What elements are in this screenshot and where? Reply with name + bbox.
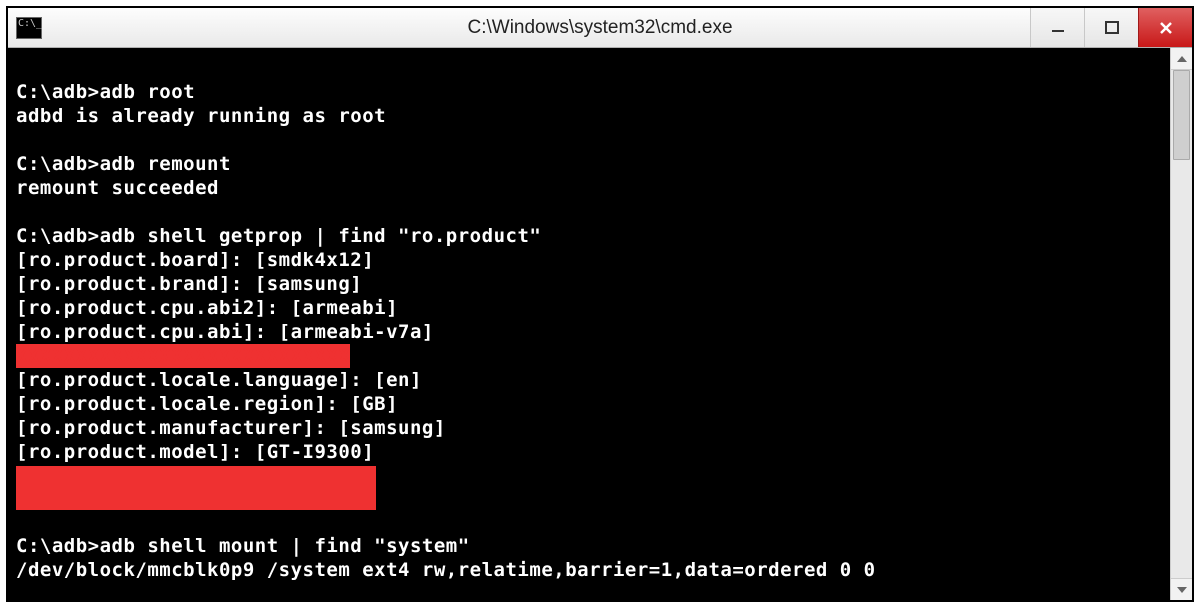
prop-cpu-abi2: [ro.product.cpu.abi2]: [armeabi] [16,296,1164,320]
out-mount: /dev/block/mmcblk0p9 /system ext4 rw,rel… [16,558,1164,582]
cmd-adb-remount: adb remount [100,153,231,175]
minimize-icon [1049,19,1067,37]
prompt: C:\adb> [16,535,100,557]
prompt: C:\adb> [16,81,100,103]
cmd-adb-root: adb root [100,81,196,103]
cmd-getprop: adb shell getprop | find "ro.product" [100,225,542,247]
system-menu-icon[interactable] [16,17,42,39]
window-controls [1030,8,1192,47]
prop-brand: [ro.product.brand]: [samsung] [16,272,1164,296]
prop-cpu-abi: [ro.product.cpu.abi]: [armeabi-v7a] [16,320,1164,344]
redacted-block [16,466,376,510]
client-area: C:\adb>adb rootadbd is already running a… [8,48,1192,600]
prompt: C:\adb> [16,153,100,175]
prop-locale-region: [ro.product.locale.region]: [GB] [16,392,1164,416]
scroll-down-button[interactable] [1171,578,1192,600]
redacted-line: XXXXXXXXXXXXXXXXXXXXXXXXXXXX [16,344,350,368]
prop-board: [ro.product.board]: [smdk4x12] [16,248,1164,272]
prop-model: [ro.product.model]: [GT-I9300] [16,440,1164,464]
window-frame: C:\Windows\system32\cmd.exe C:\adb>adb r… [6,6,1194,602]
chevron-down-icon [1177,587,1187,593]
cmd-mount: adb shell mount | find "system" [100,535,470,557]
vertical-scrollbar[interactable] [1170,48,1192,600]
close-icon [1157,19,1175,37]
titlebar[interactable]: C:\Windows\system32\cmd.exe [8,8,1192,48]
terminal-output[interactable]: C:\adb>adb rootadbd is already running a… [8,48,1170,600]
scroll-up-button[interactable] [1171,48,1192,70]
scroll-thumb[interactable] [1173,70,1190,160]
minimize-button[interactable] [1030,8,1084,47]
chevron-up-icon [1177,56,1187,62]
window-title: C:\Windows\system32\cmd.exe [8,17,1192,39]
prompt: C:\adb> [16,225,100,247]
out-adbd-root: adbd is already running as root [16,104,1164,128]
maximize-button[interactable] [1084,8,1138,47]
maximize-icon [1103,19,1121,37]
close-button[interactable] [1138,8,1192,47]
prop-manufacturer: [ro.product.manufacturer]: [samsung] [16,416,1164,440]
prop-locale-lang: [ro.product.locale.language]: [en] [16,368,1164,392]
out-remount: remount succeeded [16,176,1164,200]
